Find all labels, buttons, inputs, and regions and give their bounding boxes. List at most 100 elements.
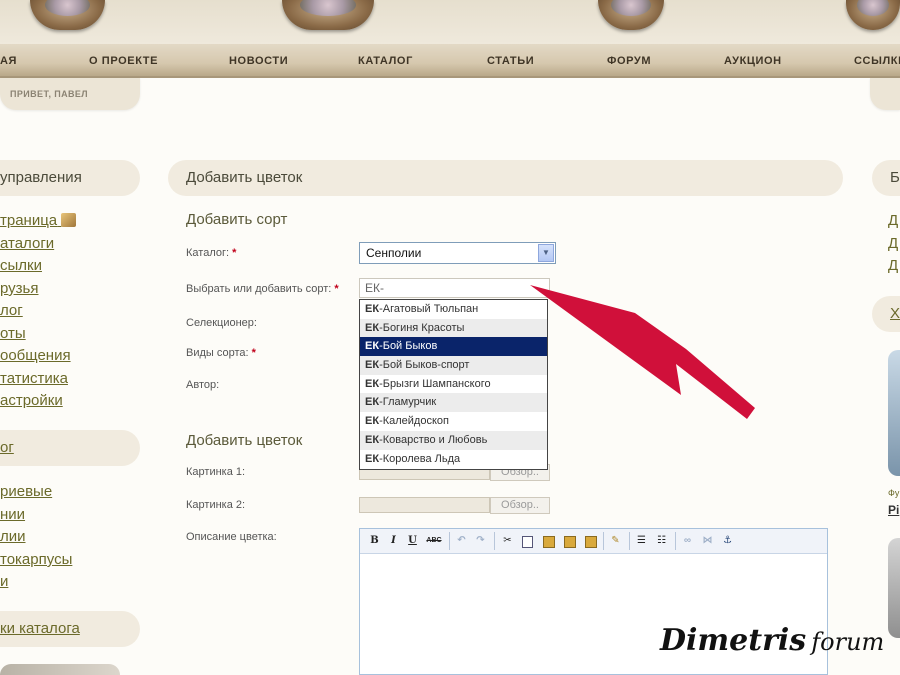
nav-item-auction[interactable]: АУКЦИОН — [724, 55, 782, 67]
sort-autocomplete-list: ЕК-Агатовый Тюльпан ЕК-Богиня Красоты ЕК… — [359, 299, 548, 470]
left-link-links[interactable]: сылки — [0, 257, 42, 274]
paste-word-icon[interactable] — [582, 533, 599, 549]
left-link-statistics[interactable]: татистика — [0, 370, 68, 387]
left-link-settings[interactable]: астройки — [0, 392, 63, 409]
right-link[interactable]: Д — [888, 235, 898, 252]
unlink-icon[interactable]: ⋈ — [699, 533, 716, 549]
header-banner — [0, 0, 900, 44]
right-link[interactable]: Д — [888, 212, 898, 229]
nav-item-catalog[interactable]: КАТАЛОГ — [358, 55, 413, 67]
catalog-heading: ог — [0, 430, 140, 466]
left-catalog-link[interactable]: токарпусы — [0, 551, 72, 568]
autocomplete-item-selected[interactable]: ЕК-Бой Быков — [360, 337, 547, 357]
catalog-select-value: Сенполии — [366, 246, 422, 260]
left-link-page[interactable]: траница — [0, 212, 77, 229]
nav-item-news[interactable]: НОВОСТИ — [229, 55, 288, 67]
catalog-select[interactable]: Сенполии ▼ — [359, 242, 556, 264]
flower-pot-image — [30, 0, 105, 30]
numbered-list-icon[interactable]: ☷ — [653, 533, 670, 549]
section-add-flower: Добавить цветок — [186, 432, 303, 449]
right-bold-link[interactable]: Pi — [888, 503, 899, 517]
edit-icon[interactable] — [61, 213, 77, 227]
toolbar-separator — [603, 532, 604, 550]
right-link[interactable]: Д — [888, 257, 898, 274]
right-heading-title: Б — [890, 169, 900, 186]
control-panel-title: управления — [0, 169, 82, 186]
underline-button[interactable]: U — [404, 533, 421, 549]
left-catalog-link[interactable]: лии — [0, 528, 26, 545]
copy-icon[interactable] — [519, 533, 536, 549]
main-navigation: АЯ О ПРОЕКТЕ НОВОСТИ КАТАЛОГ СТАТЬИ ФОРУ… — [0, 44, 900, 78]
autocomplete-item[interactable]: ЕК-Агатовый Тюльпан — [360, 300, 547, 319]
sort-types-label: Виды сорта: * — [186, 347, 256, 359]
page-title-bar: Добавить цветок — [168, 160, 843, 196]
right-pill: Х — [872, 296, 900, 332]
autocomplete-item[interactable]: ЕК-Бой Быков-спорт — [360, 356, 547, 375]
autocomplete-item[interactable]: ЕК-Богиня Красоты — [360, 318, 547, 338]
picture2-browse-button[interactable]: Обзор.. — [490, 497, 550, 514]
author-label: Автор: — [186, 379, 220, 391]
control-panel-heading: управления — [0, 160, 140, 196]
flower-pot-image — [282, 0, 374, 30]
left-catalog-link[interactable]: риевые — [0, 483, 52, 500]
sort-input[interactable] — [359, 278, 550, 298]
italic-button[interactable]: I — [385, 533, 402, 549]
autocomplete-item[interactable]: ЕК-Гламурчик — [360, 393, 547, 413]
nav-item-forum[interactable]: ФОРУМ — [607, 55, 651, 67]
right-photo — [888, 350, 900, 476]
left-link-friends[interactable]: рузья — [0, 280, 39, 297]
cut-icon[interactable]: ✂ — [499, 533, 516, 549]
toolbar-separator — [449, 532, 450, 550]
bold-button[interactable]: B — [366, 533, 383, 549]
left-link-messages[interactable]: ообщения — [0, 347, 71, 364]
catalog-heading-link[interactable]: ог — [0, 439, 14, 456]
autocomplete-item[interactable]: ЕК-Коварство и Любовь — [360, 430, 547, 450]
redo-icon[interactable]: ↷ — [472, 533, 489, 549]
toolbar-separator — [675, 532, 676, 550]
autocomplete-item[interactable]: ЕК-Брызги Шампанского — [360, 375, 547, 394]
right-photo — [888, 538, 900, 638]
picture2-file-field[interactable] — [359, 497, 490, 513]
flower-pot-image — [598, 0, 664, 30]
right-small-text: Фу — [888, 488, 900, 498]
paste-text-icon[interactable] — [561, 533, 578, 549]
nav-item-links[interactable]: ССЫЛКИ — [854, 55, 900, 67]
catalog-label: Каталог: * — [186, 247, 237, 259]
paste-icon[interactable] — [540, 533, 557, 549]
catalog-links-heading-link[interactable]: ки каталога — [0, 620, 80, 637]
right-heading: Б — [872, 160, 900, 196]
left-link-blog[interactable]: лог — [0, 302, 23, 319]
sort-label: Выбрать или добавить сорт: * — [186, 283, 339, 295]
left-catalog-link[interactable]: нии — [0, 506, 25, 523]
clean-format-icon[interactable]: ✎ — [607, 533, 624, 549]
left-link-photos[interactable]: оты — [0, 325, 26, 342]
strikethrough-button[interactable]: ABC — [423, 533, 445, 549]
autocomplete-item[interactable]: ЕК-Королева Льда — [360, 450, 547, 469]
toolbar-separator — [494, 532, 495, 550]
user-greeting: ПРИВЕТ, ПАВЕЛ — [10, 89, 89, 99]
section-add-sort: Добавить сорт — [186, 211, 288, 228]
annotation-arrow — [530, 285, 755, 419]
link-icon[interactable]: ∞ — [679, 533, 696, 549]
toolbar-separator — [629, 532, 630, 550]
picture1-label: Картинка 1: — [186, 466, 246, 478]
flower-pot-image — [846, 0, 900, 30]
page-title: Добавить цветок — [186, 169, 303, 186]
editor-toolbar: B I U ABC ↶ ↷ ✂ ✎ ☰ ☷ ∞ ⋈ ⚓ — [360, 529, 827, 554]
catalog-links-heading: ки каталога — [0, 611, 140, 647]
anchor-icon[interactable]: ⚓ — [719, 533, 736, 549]
nav-item-about[interactable]: О ПРОЕКТЕ — [89, 55, 158, 67]
right-pill-link[interactable]: Х — [890, 305, 900, 322]
autocomplete-item[interactable]: ЕК-Калейдоскоп — [360, 412, 547, 431]
picture2-label: Картинка 2: — [186, 499, 246, 511]
nav-item-main[interactable]: АЯ — [0, 55, 17, 67]
left-catalog-link[interactable]: и — [0, 573, 8, 590]
bullet-list-icon[interactable]: ☰ — [633, 533, 650, 549]
undo-icon[interactable]: ↶ — [453, 533, 470, 549]
left-link-catalogs[interactable]: аталоги — [0, 235, 54, 252]
chevron-down-icon[interactable]: ▼ — [538, 244, 554, 262]
breeder-label: Селекционер: — [186, 317, 257, 329]
nav-item-articles[interactable]: СТАТЬИ — [487, 55, 534, 67]
thumbnail-image — [0, 664, 120, 675]
forum-watermark: Dimetris forum — [660, 623, 885, 658]
